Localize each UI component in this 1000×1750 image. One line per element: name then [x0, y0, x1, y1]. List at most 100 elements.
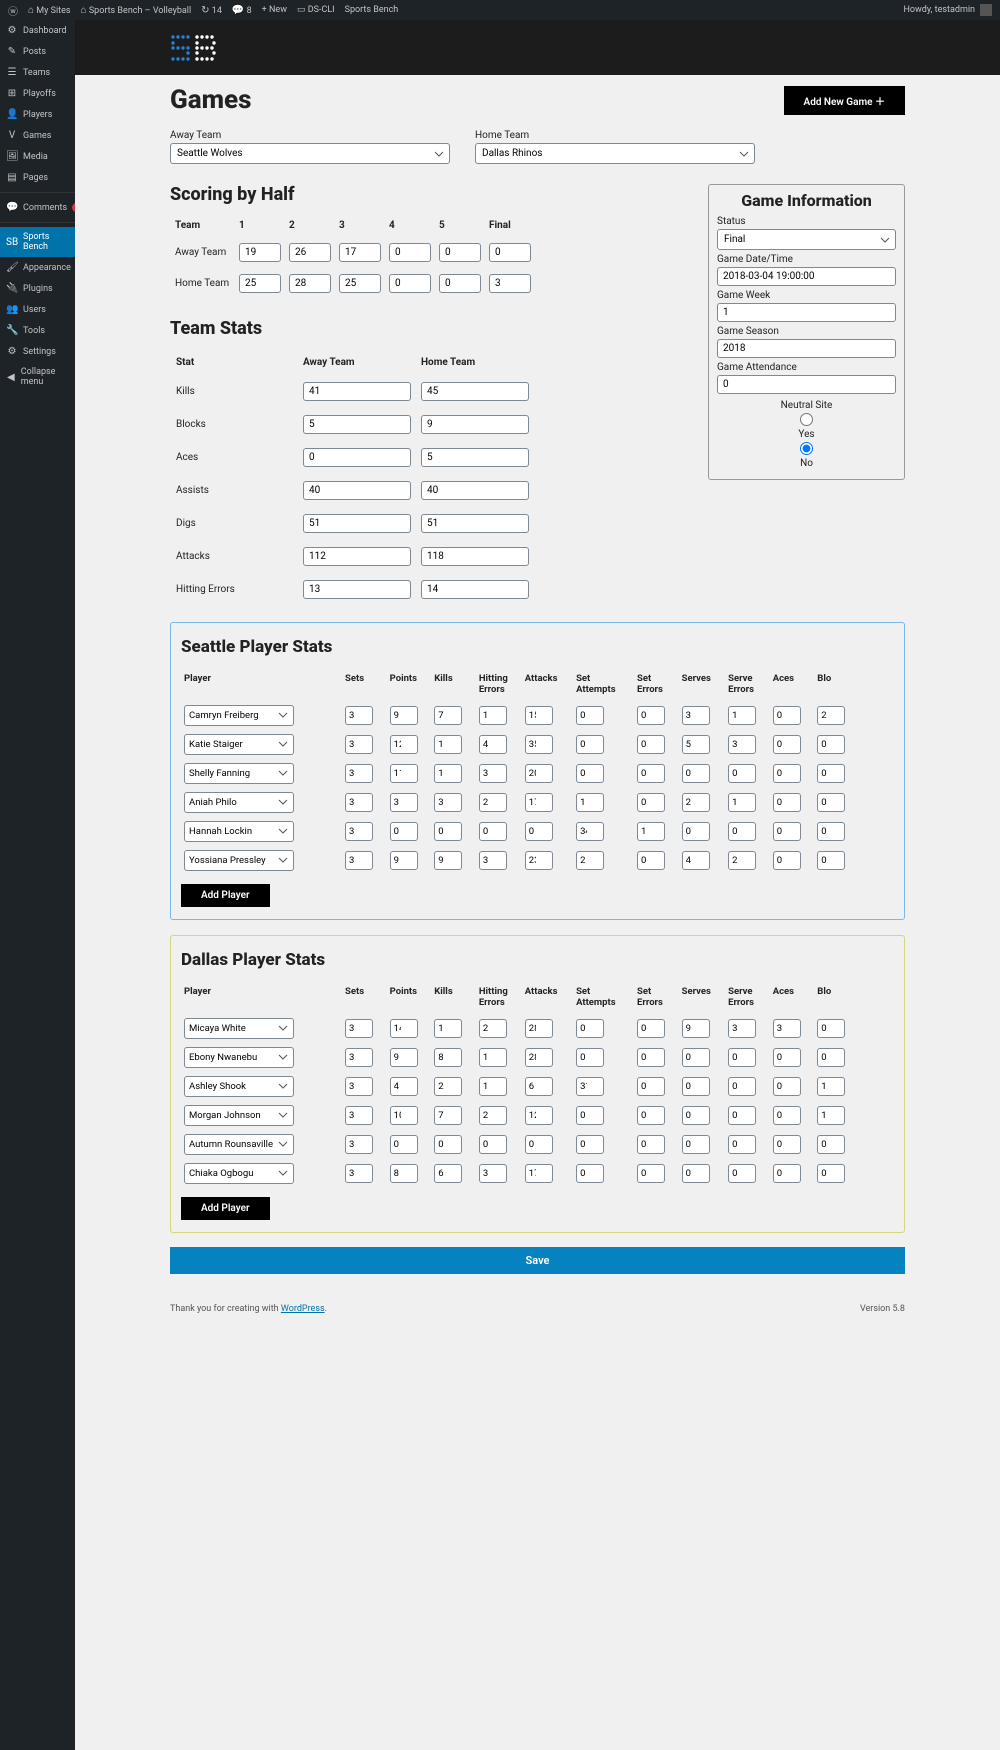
player-select[interactable]: Ebony Nwanebu: [184, 1047, 294, 1068]
player-select[interactable]: Camryn Freiberg: [184, 705, 294, 726]
player-select[interactable]: Morgan Johnson: [184, 1105, 294, 1126]
player-stat-input[interactable]: [576, 706, 604, 725]
player-stat-input[interactable]: [637, 1164, 665, 1183]
player-stat-input[interactable]: [345, 822, 373, 841]
player-stat-input[interactable]: [479, 1019, 507, 1038]
score-input[interactable]: [489, 243, 531, 262]
wp-icon[interactable]: ⓦ: [8, 3, 18, 18]
dallas-add-player[interactable]: Add Player: [181, 1197, 270, 1220]
sidebar-item[interactable]: ☰Teams: [0, 62, 75, 83]
player-stat-input[interactable]: [479, 1048, 507, 1067]
player-stat-input[interactable]: [479, 822, 507, 841]
player-stat-input[interactable]: [434, 1019, 462, 1038]
player-select[interactable]: Ashley Shook: [184, 1076, 294, 1097]
player-stat-input[interactable]: [576, 851, 604, 870]
player-stat-input[interactable]: [576, 1164, 604, 1183]
player-stat-input[interactable]: [637, 764, 665, 783]
avatar[interactable]: [980, 4, 992, 16]
player-stat-input[interactable]: [728, 1019, 756, 1038]
new[interactable]: + New: [262, 5, 287, 15]
player-stat-input[interactable]: [817, 1048, 845, 1067]
player-stat-input[interactable]: [434, 1048, 462, 1067]
score-input[interactable]: [439, 274, 481, 293]
comments-count[interactable]: 💬 8: [232, 5, 252, 16]
player-stat-input[interactable]: [728, 764, 756, 783]
sidebar-item[interactable]: 🔧Tools: [0, 320, 75, 341]
player-stat-input[interactable]: [390, 764, 418, 783]
player-stat-input[interactable]: [390, 1164, 418, 1183]
player-stat-input[interactable]: [390, 1135, 418, 1154]
player-stat-input[interactable]: [434, 1135, 462, 1154]
player-stat-input[interactable]: [728, 1164, 756, 1183]
sidebar-item[interactable]: 🖌Appearance: [0, 257, 75, 278]
player-stat-input[interactable]: [817, 1135, 845, 1154]
player-stat-input[interactable]: [728, 1048, 756, 1067]
player-stat-input[interactable]: [390, 793, 418, 812]
score-input[interactable]: [489, 274, 531, 293]
stat-away-input[interactable]: [303, 448, 411, 467]
stat-home-input[interactable]: [421, 547, 529, 566]
player-stat-input[interactable]: [479, 1135, 507, 1154]
player-stat-input[interactable]: [525, 1019, 553, 1038]
player-stat-input[interactable]: [637, 793, 665, 812]
score-input[interactable]: [339, 274, 381, 293]
wp-link[interactable]: WordPress: [281, 1304, 325, 1314]
player-stat-input[interactable]: [773, 1077, 801, 1096]
player-stat-input[interactable]: [390, 1048, 418, 1067]
howdy[interactable]: Howdy, testadmin: [903, 5, 975, 15]
sidebar-item[interactable]: ▤Pages: [0, 167, 75, 188]
player-stat-input[interactable]: [525, 1106, 553, 1125]
player-stat-input[interactable]: [817, 706, 845, 725]
season-input[interactable]: [717, 339, 896, 358]
player-stat-input[interactable]: [479, 735, 507, 754]
sidebar-item[interactable]: ✎Posts: [0, 41, 75, 62]
player-stat-input[interactable]: [682, 1164, 710, 1183]
score-input[interactable]: [389, 243, 431, 262]
sidebar-item[interactable]: ⊞Playoffs: [0, 83, 75, 104]
player-stat-input[interactable]: [525, 1048, 553, 1067]
player-stat-input[interactable]: [525, 1135, 553, 1154]
player-stat-input[interactable]: [682, 822, 710, 841]
stat-away-input[interactable]: [303, 580, 411, 599]
updates[interactable]: ↻ 14: [201, 5, 222, 16]
player-stat-input[interactable]: [576, 793, 604, 812]
my-sites[interactable]: ⌂ My Sites: [28, 5, 71, 16]
player-stat-input[interactable]: [728, 1135, 756, 1154]
player-stat-input[interactable]: [682, 735, 710, 754]
player-select[interactable]: Shelly Fanning: [184, 763, 294, 784]
player-stat-input[interactable]: [390, 1077, 418, 1096]
score-input[interactable]: [289, 243, 331, 262]
player-stat-input[interactable]: [773, 793, 801, 812]
site-name[interactable]: ⌂ Sports Bench – Volleyball: [81, 5, 192, 16]
player-stat-input[interactable]: [345, 706, 373, 725]
sb-link[interactable]: Sports Bench: [345, 5, 399, 15]
player-stat-input[interactable]: [345, 735, 373, 754]
player-stat-input[interactable]: [576, 1048, 604, 1067]
player-stat-input[interactable]: [345, 1019, 373, 1038]
home-team-select[interactable]: Dallas Rhinos: [475, 143, 755, 164]
player-stat-input[interactable]: [773, 764, 801, 783]
player-stat-input[interactable]: [390, 1019, 418, 1038]
score-input[interactable]: [339, 243, 381, 262]
player-stat-input[interactable]: [817, 822, 845, 841]
stat-away-input[interactable]: [303, 514, 411, 533]
player-stat-input[interactable]: [525, 735, 553, 754]
stat-home-input[interactable]: [421, 448, 529, 467]
player-stat-input[interactable]: [525, 851, 553, 870]
save-button[interactable]: Save: [170, 1247, 905, 1274]
player-stat-input[interactable]: [479, 1106, 507, 1125]
player-stat-input[interactable]: [637, 1048, 665, 1067]
player-stat-input[interactable]: [390, 735, 418, 754]
player-stat-input[interactable]: [390, 822, 418, 841]
player-stat-input[interactable]: [525, 764, 553, 783]
player-stat-input[interactable]: [817, 793, 845, 812]
week-input[interactable]: [717, 303, 896, 322]
neutral-no[interactable]: [717, 442, 896, 455]
stat-home-input[interactable]: [421, 382, 529, 401]
player-stat-input[interactable]: [576, 764, 604, 783]
player-stat-input[interactable]: [682, 1019, 710, 1038]
player-stat-input[interactable]: [728, 1077, 756, 1096]
stat-away-input[interactable]: [303, 415, 411, 434]
player-stat-input[interactable]: [682, 793, 710, 812]
player-stat-input[interactable]: [637, 1106, 665, 1125]
